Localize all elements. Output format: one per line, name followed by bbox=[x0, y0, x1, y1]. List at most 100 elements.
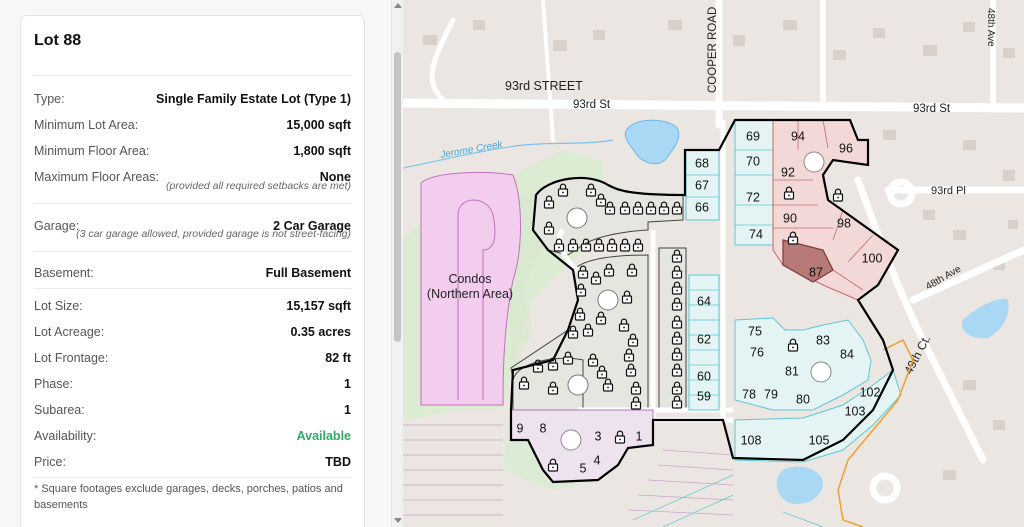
lot-74[interactable]: 74 bbox=[749, 227, 763, 241]
price-label: Price: bbox=[34, 455, 66, 469]
lot-76[interactable]: 76 bbox=[750, 345, 764, 359]
lot-68[interactable]: 68 bbox=[695, 156, 709, 170]
max-floor-note: (provided all required setbacks are met) bbox=[165, 180, 351, 192]
lot-98[interactable]: 98 bbox=[837, 216, 851, 230]
lot-62[interactable]: 62 bbox=[697, 332, 711, 346]
phase-value: 1 bbox=[344, 377, 351, 391]
subarea-label: Subarea: bbox=[34, 403, 85, 417]
scrollbar-thumb[interactable] bbox=[394, 52, 401, 342]
phase-label: Phase: bbox=[34, 377, 73, 391]
lot-5[interactable]: 5 bbox=[580, 461, 587, 475]
divider bbox=[34, 203, 351, 204]
min-lot-area-value: 15,000 sqft bbox=[286, 118, 351, 132]
lot-69[interactable]: 69 bbox=[746, 129, 760, 143]
cul-de-sac bbox=[560, 429, 582, 451]
lot-103[interactable]: 103 bbox=[845, 404, 866, 418]
site-plan-map[interactable]: 93rd STREET 93rd St 93rd St COOPER ROAD … bbox=[403, 0, 1024, 527]
street-label-93rd-st-left: 93rd St bbox=[573, 99, 611, 111]
lot-size-row: Lot Size: 15,157 sqft bbox=[34, 296, 351, 316]
cul-de-sac bbox=[810, 361, 832, 383]
lot-66[interactable]: 66 bbox=[695, 200, 709, 214]
street-label-93rd-pl: 93rd Pl bbox=[931, 185, 966, 197]
min-lot-area-label: Minimum Lot Area: bbox=[34, 118, 139, 132]
map-canvas[interactable]: 93rd STREET 93rd St 93rd St COOPER ROAD … bbox=[403, 0, 1024, 527]
lot-90[interactable]: 90 bbox=[783, 211, 797, 225]
lot-frontage-row: Lot Frontage: 82 ft bbox=[34, 348, 351, 368]
lot-100[interactable]: 100 bbox=[862, 251, 883, 265]
app-window: Lot 88 Type: Single Family Estate Lot (T… bbox=[0, 0, 1024, 527]
lot-1[interactable]: 1 bbox=[636, 429, 643, 443]
min-floor-area-label: Minimum Floor Area: bbox=[34, 144, 150, 158]
subarea-row: Subarea: 1 bbox=[34, 400, 351, 420]
phase-row: Phase: 1 bbox=[34, 374, 351, 394]
lot-64[interactable]: 64 bbox=[697, 294, 711, 308]
lot-70[interactable]: 70 bbox=[746, 154, 760, 168]
lot-3[interactable]: 3 bbox=[595, 429, 602, 443]
garage-note: (3 car garage allowed, provided garage i… bbox=[76, 228, 351, 240]
availability-label: Availability: bbox=[34, 429, 97, 443]
lot-81[interactable]: 81 bbox=[785, 364, 799, 378]
street-label-48th-ave-top: 48th Ave bbox=[985, 8, 996, 47]
footnote: * Square footages exclude garages, decks… bbox=[34, 483, 343, 511]
street-label-93rd-st-right: 93rd St bbox=[913, 103, 951, 115]
basement-value: Full Basement bbox=[265, 266, 351, 280]
lot-acreage-value: 0.35 acres bbox=[290, 325, 351, 339]
lot-94[interactable]: 94 bbox=[791, 129, 805, 143]
lot-67[interactable]: 67 bbox=[695, 178, 709, 192]
scroll-up-arrow-icon[interactable] bbox=[394, 3, 402, 8]
lot-78[interactable]: 78 bbox=[742, 387, 756, 401]
lot-79[interactable]: 79 bbox=[764, 387, 778, 401]
divider bbox=[34, 477, 351, 478]
lot-75[interactable]: 75 bbox=[748, 324, 762, 338]
lot-acreage-row: Lot Acreage: 0.35 acres bbox=[34, 322, 351, 342]
divider bbox=[34, 251, 351, 252]
lot-frontage-value: 82 ft bbox=[325, 351, 351, 365]
min-lot-area-row: Minimum Lot Area: 15,000 sqft bbox=[34, 115, 351, 135]
lot-92[interactable]: 92 bbox=[781, 165, 795, 179]
cul-de-sac bbox=[597, 289, 619, 311]
condos-label-line2: (Northern Area) bbox=[427, 287, 513, 301]
divider bbox=[34, 288, 351, 289]
availability-value: Available bbox=[296, 429, 351, 443]
lot-details-panel: Lot 88 Type: Single Family Estate Lot (T… bbox=[0, 0, 391, 527]
street-label-cooper-road: COOPER ROAD bbox=[707, 7, 719, 93]
lot-size-value: 15,157 sqft bbox=[286, 299, 351, 313]
lot-105[interactable]: 105 bbox=[809, 433, 830, 447]
cul-de-sac bbox=[566, 207, 588, 229]
min-floor-area-value: 1,800 sqft bbox=[293, 144, 351, 158]
lot-details-card: Lot 88 Type: Single Family Estate Lot (T… bbox=[20, 15, 365, 527]
price-value: TBD bbox=[325, 455, 351, 469]
lot-title: Lot 88 bbox=[34, 32, 82, 49]
street-label-93rd-street: 93rd STREET bbox=[505, 79, 583, 93]
lot-83[interactable]: 83 bbox=[816, 333, 830, 347]
lot-72[interactable]: 72 bbox=[746, 190, 760, 204]
lot-4[interactable]: 4 bbox=[594, 453, 601, 467]
type-label: Type: bbox=[34, 92, 65, 106]
lot-frontage-label: Lot Frontage: bbox=[34, 351, 109, 365]
lot-102[interactable]: 102 bbox=[860, 385, 881, 399]
cul-de-sac bbox=[803, 151, 825, 173]
availability-row: Availability: Available bbox=[34, 426, 351, 446]
lot-96[interactable]: 96 bbox=[839, 141, 853, 155]
panel-scrollbar[interactable] bbox=[391, 0, 403, 527]
basement-row: Basement: Full Basement bbox=[34, 263, 351, 283]
lot-108[interactable]: 108 bbox=[741, 433, 762, 447]
lot-80[interactable]: 80 bbox=[796, 392, 810, 406]
lot-60[interactable]: 60 bbox=[697, 369, 711, 383]
min-floor-area-row: Minimum Floor Area: 1,800 sqft bbox=[34, 141, 351, 161]
price-row: Price: TBD bbox=[34, 452, 351, 472]
lot-8[interactable]: 8 bbox=[540, 421, 547, 435]
lot-87[interactable]: 87 bbox=[809, 265, 823, 279]
lot-acreage-label: Lot Acreage: bbox=[34, 325, 105, 339]
type-value: Single Family Estate Lot (Type 1) bbox=[156, 92, 351, 106]
type-row: Type: Single Family Estate Lot (Type 1) bbox=[34, 89, 351, 109]
title-divider bbox=[34, 75, 351, 76]
subarea-value: 1 bbox=[344, 403, 351, 417]
lot-9[interactable]: 9 bbox=[517, 421, 524, 435]
basement-label: Basement: bbox=[34, 266, 94, 280]
lot-84[interactable]: 84 bbox=[840, 347, 854, 361]
lot-59[interactable]: 59 bbox=[697, 389, 711, 403]
cul-de-sac bbox=[567, 374, 589, 396]
scroll-down-arrow-icon[interactable] bbox=[394, 518, 402, 523]
lot-size-label: Lot Size: bbox=[34, 299, 83, 313]
